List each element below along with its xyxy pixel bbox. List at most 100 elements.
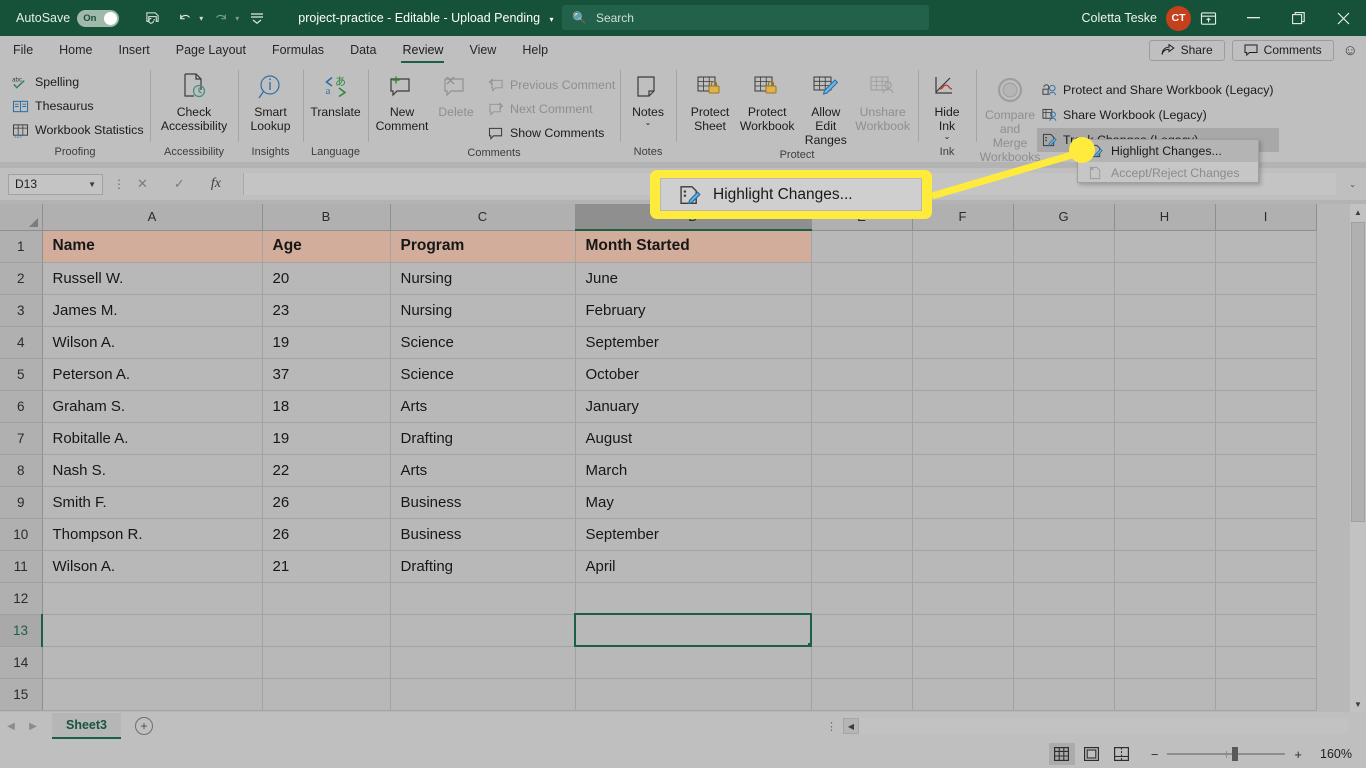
cell-b1[interactable]: Age: [262, 230, 391, 263]
cell-e6[interactable]: [811, 390, 913, 423]
cell-h3[interactable]: [1114, 294, 1216, 327]
row-header-5[interactable]: 5: [0, 358, 43, 391]
protect-and-share-workbook-button[interactable]: Protect and Share Workbook (Legacy): [1037, 78, 1279, 102]
cell-g5[interactable]: [1013, 358, 1115, 391]
cell-h14[interactable]: [1114, 646, 1216, 679]
cell-b4[interactable]: 19: [262, 326, 391, 359]
search-input[interactable]: 🔍 Search: [562, 5, 929, 30]
cell-i5[interactable]: [1215, 358, 1317, 391]
sheet-tab-sheet3[interactable]: Sheet3: [52, 713, 121, 739]
cell-a15[interactable]: [42, 678, 263, 711]
cell-g2[interactable]: [1013, 262, 1115, 295]
row-header-2[interactable]: 2: [0, 262, 43, 295]
row-header-11[interactable]: 11: [0, 550, 43, 583]
cell-i6[interactable]: [1215, 390, 1317, 423]
column-header-g[interactable]: G: [1013, 204, 1115, 231]
row-header-15[interactable]: 15: [0, 678, 43, 711]
close-icon[interactable]: [1321, 0, 1366, 36]
cell-b10[interactable]: 26: [262, 518, 391, 551]
cell-e3[interactable]: [811, 294, 913, 327]
column-header-h[interactable]: H: [1114, 204, 1216, 231]
cell-c6[interactable]: Arts: [390, 390, 576, 423]
row-header-1[interactable]: 1: [0, 230, 43, 263]
tab-review[interactable]: Review: [389, 36, 456, 64]
cell-h11[interactable]: [1114, 550, 1216, 583]
customize-quick-access-icon[interactable]: [242, 5, 272, 31]
share-workbook-button[interactable]: Share Workbook (Legacy): [1037, 103, 1279, 127]
cancel-icon[interactable]: ✕: [137, 176, 148, 192]
row-header-4[interactable]: 4: [0, 326, 43, 359]
cell-c2[interactable]: Nursing: [390, 262, 576, 295]
cell-c11[interactable]: Drafting: [390, 550, 576, 583]
cell-d3[interactable]: February: [575, 294, 812, 327]
row-header-12[interactable]: 12: [0, 582, 43, 615]
cell-a2[interactable]: Russell W.: [42, 262, 263, 295]
vertical-scrollbar[interactable]: ▲ ▼: [1350, 204, 1366, 712]
cell-i2[interactable]: [1215, 262, 1317, 295]
comments-button[interactable]: Comments: [1231, 39, 1334, 61]
cell-g9[interactable]: [1013, 486, 1115, 519]
cell-e14[interactable]: [811, 646, 913, 679]
cell-b11[interactable]: 21: [262, 550, 391, 583]
cell-g13[interactable]: [1013, 614, 1115, 647]
cell-a1[interactable]: Name: [42, 230, 263, 263]
add-sheet-plus-icon[interactable]: +: [135, 717, 153, 735]
column-header-i[interactable]: I: [1215, 204, 1317, 231]
cell-d2[interactable]: June: [575, 262, 812, 295]
page-break-preview-icon[interactable]: [1109, 743, 1135, 765]
cell-b12[interactable]: [262, 582, 391, 615]
cell-f5[interactable]: [912, 358, 1014, 391]
tab-page-layout[interactable]: Page Layout: [163, 36, 259, 64]
cell-c9[interactable]: Business: [390, 486, 576, 519]
notes-dropdown-caret-icon[interactable]: ⌄: [645, 119, 652, 127]
account-area[interactable]: Coletta Teske CT: [1081, 0, 1191, 36]
cell-f13[interactable]: [912, 614, 1014, 647]
cell-c1[interactable]: Program: [390, 230, 576, 263]
name-box[interactable]: D13 ▼: [8, 173, 103, 195]
cell-i10[interactable]: [1215, 518, 1317, 551]
cell-c8[interactable]: Arts: [390, 454, 576, 487]
cell-a12[interactable]: [42, 582, 263, 615]
cell-f10[interactable]: [912, 518, 1014, 551]
cell-b13[interactable]: [262, 614, 391, 647]
cell-f2[interactable]: [912, 262, 1014, 295]
row-header-9[interactable]: 9: [0, 486, 43, 519]
cell-i13[interactable]: [1215, 614, 1317, 647]
cell-g10[interactable]: [1013, 518, 1115, 551]
cell-d1[interactable]: Month Started: [575, 230, 812, 263]
tab-help[interactable]: Help: [509, 36, 561, 64]
cell-c13[interactable]: [390, 614, 576, 647]
cell-c10[interactable]: Business: [390, 518, 576, 551]
workbook-statistics-button[interactable]: 123 Workbook Statistics: [7, 118, 149, 142]
cell-h2[interactable]: [1114, 262, 1216, 295]
cell-d9[interactable]: May: [575, 486, 812, 519]
cell-g12[interactable]: [1013, 582, 1115, 615]
cell-e7[interactable]: [811, 422, 913, 455]
cell-a5[interactable]: Peterson A.: [42, 358, 263, 391]
cell-a13[interactable]: [42, 614, 263, 647]
cell-i15[interactable]: [1215, 678, 1317, 711]
cell-h12[interactable]: [1114, 582, 1216, 615]
cell-c3[interactable]: Nursing: [390, 294, 576, 327]
zoom-in-button[interactable]: +: [1294, 747, 1302, 762]
cell-i3[interactable]: [1215, 294, 1317, 327]
tab-data[interactable]: Data: [337, 36, 389, 64]
cell-f8[interactable]: [912, 454, 1014, 487]
cell-f3[interactable]: [912, 294, 1014, 327]
zoom-out-button[interactable]: −: [1151, 747, 1159, 762]
cell-i12[interactable]: [1215, 582, 1317, 615]
restore-icon[interactable]: [1276, 0, 1321, 36]
cell-h9[interactable]: [1114, 486, 1216, 519]
cell-b3[interactable]: 23: [262, 294, 391, 327]
cell-b7[interactable]: 19: [262, 422, 391, 455]
ribbon-display-options-icon[interactable]: [1186, 0, 1231, 36]
hide-ink-button[interactable]: Hide Ink ⌄: [920, 69, 974, 141]
cell-e2[interactable]: [811, 262, 913, 295]
cell-h8[interactable]: [1114, 454, 1216, 487]
page-layout-view-icon[interactable]: [1079, 743, 1105, 765]
new-comment-button[interactable]: New Comment: [375, 69, 429, 133]
cell-a3[interactable]: James M.: [42, 294, 263, 327]
cell-e9[interactable]: [811, 486, 913, 519]
undo-icon[interactable]: [170, 5, 200, 31]
cell-a9[interactable]: Smith F.: [42, 486, 263, 519]
